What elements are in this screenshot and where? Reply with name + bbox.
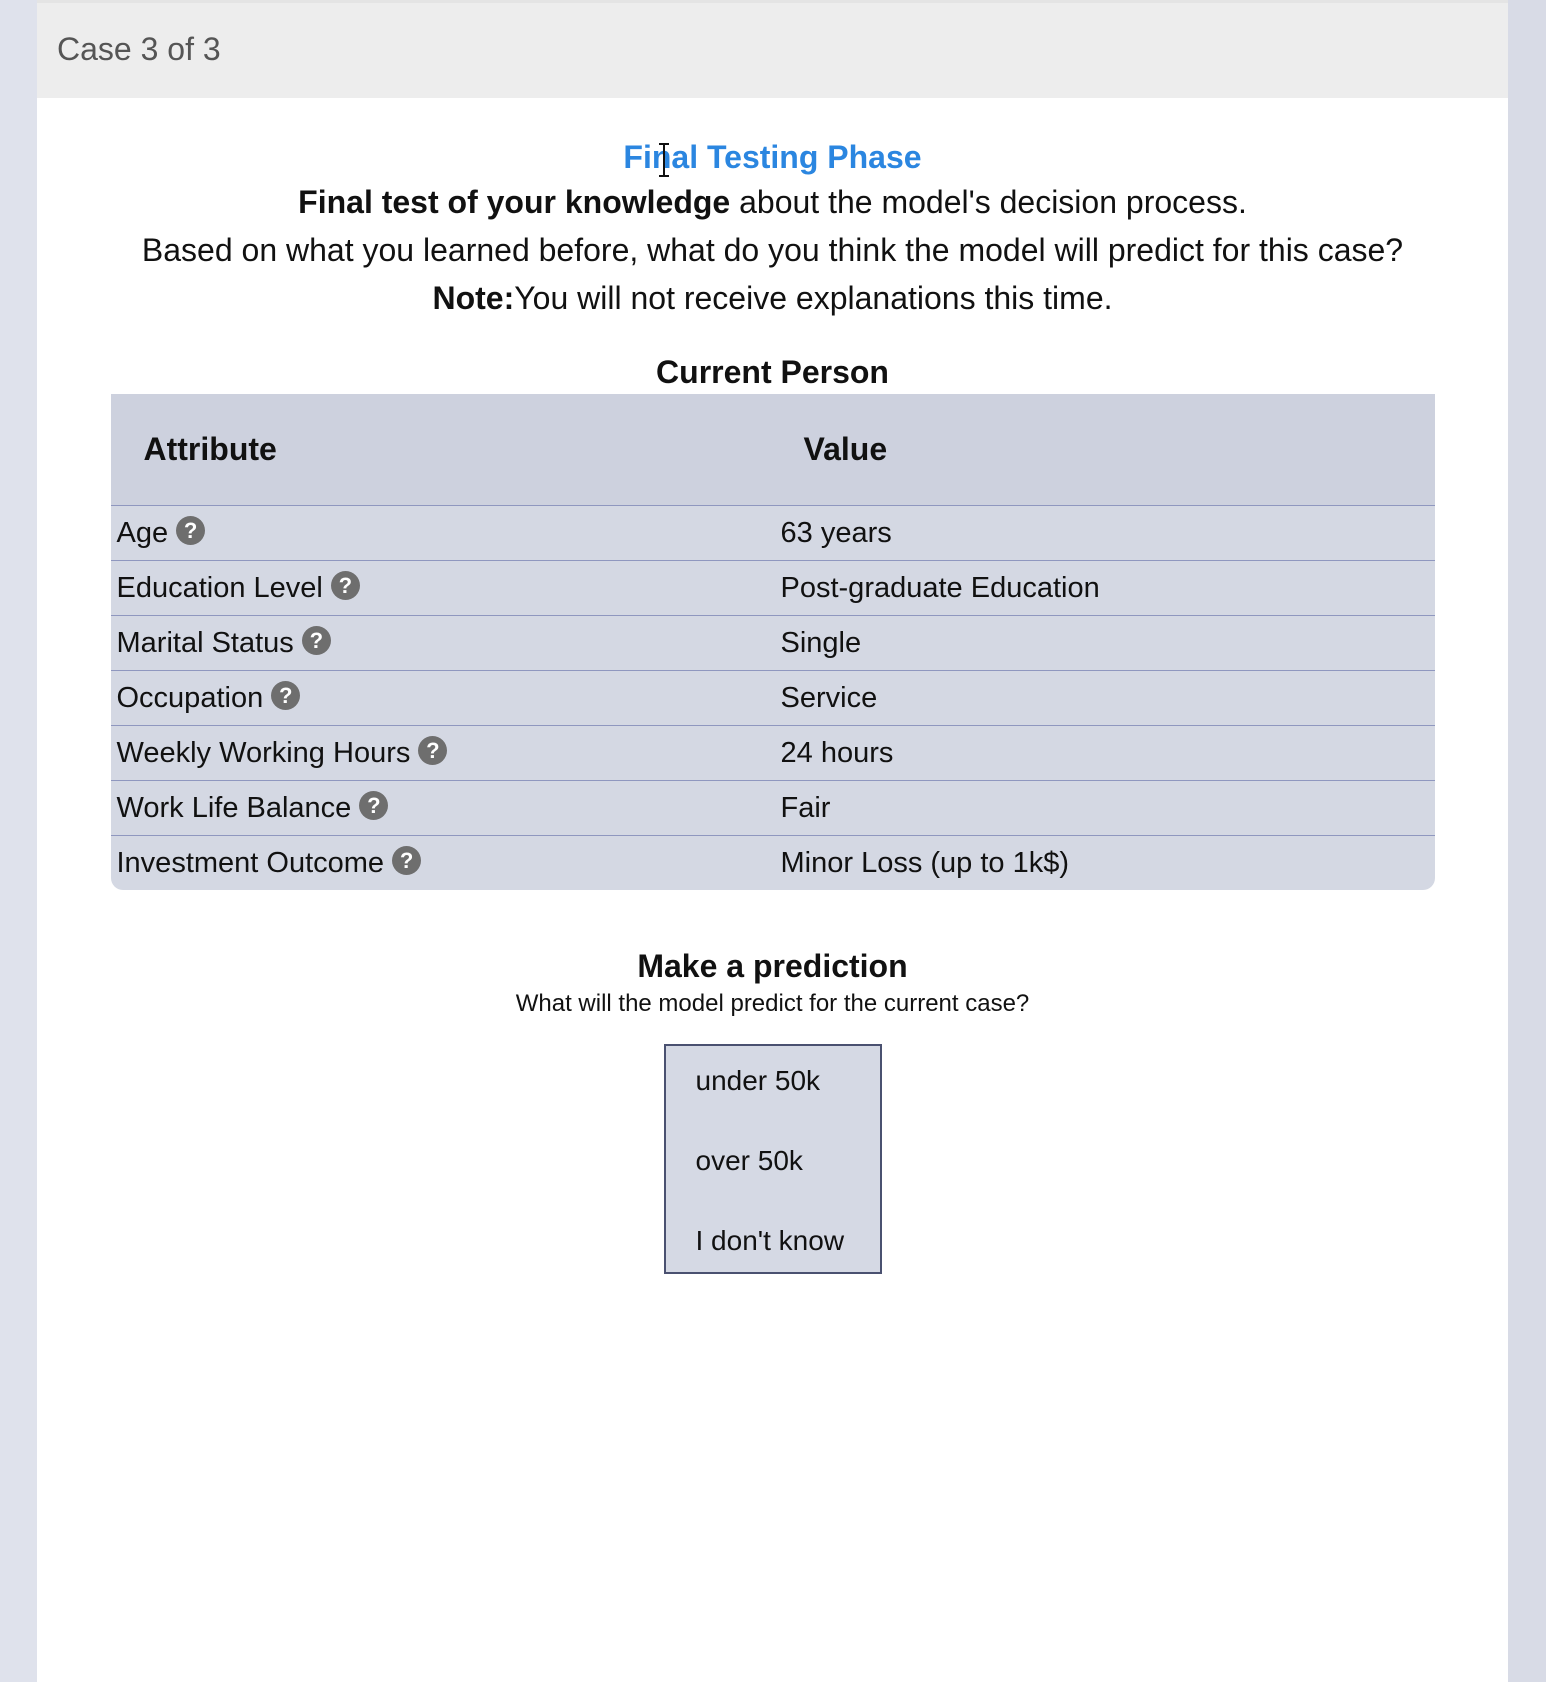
current-person-title: Current Person bbox=[656, 354, 889, 390]
intro-line-2: Based on what you learned before, what d… bbox=[141, 232, 1404, 268]
attribute-label-age: Age bbox=[116, 516, 169, 549]
value-cell-age: 63 years bbox=[773, 505, 1435, 561]
table-row: Education Level? Post-graduate Education bbox=[110, 560, 1435, 616]
value-cell-education: Post-graduate Education bbox=[773, 560, 1435, 616]
attribute-table: Attribute Value Age? 63 years Education … bbox=[110, 394, 1435, 891]
table-row: Occupation? Service bbox=[110, 670, 1435, 726]
value-cell-working-hours: 24 hours bbox=[773, 725, 1435, 781]
prediction-question: What will the model predict for the curr… bbox=[515, 990, 1030, 1017]
table-row: Work Life Balance? Fair bbox=[110, 780, 1435, 836]
help-icon[interactable]: ? bbox=[359, 791, 389, 821]
intro-line-1-bold: Final test of your knowledge bbox=[298, 184, 731, 220]
attribute-label-marital-status: Marital Status bbox=[116, 626, 294, 659]
intro-line-3: Note:You will not receive explanations t… bbox=[37, 274, 1508, 322]
column-header-attribute: Attribute bbox=[110, 394, 774, 506]
help-icon[interactable]: ? bbox=[330, 571, 360, 601]
case-counter: Case 3 of 3 bbox=[57, 31, 221, 67]
attribute-label-occupation: Occupation bbox=[116, 681, 264, 714]
intro-note-label: Note: bbox=[432, 280, 515, 316]
phase-title: Final Testing Phase bbox=[623, 139, 922, 175]
help-icon[interactable]: ? bbox=[301, 626, 331, 656]
attribute-cell: Weekly Working Hours? bbox=[110, 725, 774, 781]
option-over-50k[interactable]: over 50k bbox=[666, 1142, 880, 1222]
intro-note-text: You will not receive explanations this t… bbox=[514, 280, 1113, 316]
attribute-label-working-hours: Weekly Working Hours bbox=[116, 736, 411, 769]
help-icon[interactable]: ? bbox=[271, 681, 301, 711]
table-row: Marital Status? Single bbox=[110, 615, 1435, 671]
panel-header: Case 3 of 3 bbox=[37, 0, 1508, 98]
table-header-row: Attribute Value bbox=[110, 394, 1435, 506]
attribute-cell: Occupation? bbox=[110, 670, 774, 726]
prediction-title: Make a prediction bbox=[637, 948, 908, 984]
main-content: Final Testing Phase Final test of your k… bbox=[37, 136, 1508, 1274]
column-header-value: Value bbox=[773, 394, 1435, 506]
attribute-label-investment-outcome: Investment Outcome bbox=[116, 846, 385, 879]
value-cell-work-life-balance: Fair bbox=[773, 780, 1435, 836]
attribute-cell: Work Life Balance? bbox=[110, 780, 774, 836]
help-icon[interactable]: ? bbox=[418, 736, 448, 766]
attribute-cell: Age? bbox=[110, 505, 774, 561]
attribute-label-education: Education Level bbox=[116, 571, 323, 604]
option-dont-know[interactable]: I don't know bbox=[666, 1222, 880, 1302]
attribute-cell: Education Level? bbox=[110, 560, 774, 616]
value-cell-occupation: Service bbox=[773, 670, 1435, 726]
value-cell-marital-status: Single bbox=[773, 615, 1435, 671]
table-row: Investment Outcome? Minor Loss (up to 1k… bbox=[111, 836, 1435, 891]
attribute-cell: Investment Outcome? bbox=[111, 836, 774, 891]
page-background-right bbox=[1508, 0, 1546, 1682]
value-cell-investment-outcome: Minor Loss (up to 1k$) bbox=[780, 846, 1070, 879]
text-cursor-icon bbox=[659, 143, 669, 177]
case-panel: Case 3 of 3 Final Testing Phase Final te… bbox=[37, 0, 1508, 1682]
help-icon[interactable]: ? bbox=[392, 846, 422, 876]
prediction-options-list[interactable]: under 50k over 50k I don't know bbox=[663, 1044, 882, 1274]
attribute-label-work-life-balance: Work Life Balance bbox=[116, 791, 352, 824]
table-row: Weekly Working Hours? 24 hours bbox=[110, 725, 1435, 781]
intro-line-1: Final test of your knowledge about the m… bbox=[37, 178, 1508, 226]
intro-line-1-rest: about the model's decision process. bbox=[730, 184, 1247, 220]
option-under-50k[interactable]: under 50k bbox=[666, 1062, 880, 1142]
help-icon[interactable]: ? bbox=[176, 516, 206, 546]
attribute-cell: Marital Status? bbox=[110, 615, 774, 671]
table-row: Age? 63 years bbox=[110, 505, 1435, 561]
